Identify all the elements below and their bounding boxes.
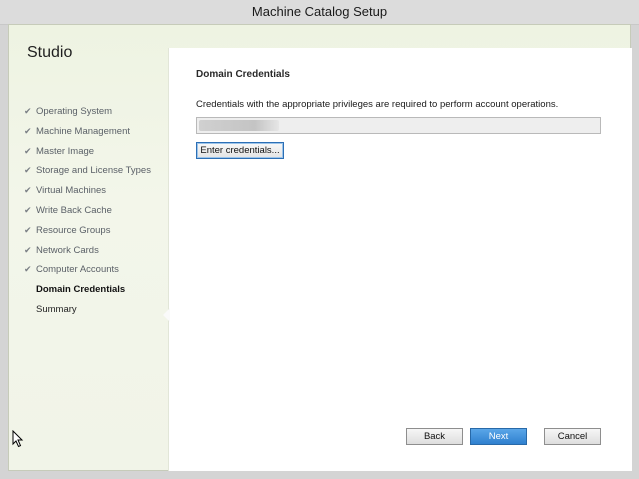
checkmark-icon: ✔ <box>24 224 32 235</box>
current-step-pointer <box>163 308 170 322</box>
window-title: Machine Catalog Setup <box>0 0 639 25</box>
checkmark-icon: ✔ <box>24 125 32 136</box>
credentials-field <box>196 117 601 134</box>
step-label: Machine Management <box>36 125 130 137</box>
cancel-button[interactable]: Cancel <box>544 428 601 445</box>
checkmark-icon: ✔ <box>24 264 32 275</box>
checkmark-icon: ✔ <box>24 145 32 156</box>
page-title: Domain Credentials <box>196 69 290 80</box>
step-operating-system: ✔ Operating System <box>24 102 151 122</box>
step-summary: Summary <box>24 300 151 320</box>
step-label: Write Back Cache <box>36 204 112 216</box>
step-label: Summary <box>36 303 77 315</box>
step-label: Operating System <box>36 106 113 117</box>
credentials-description: Credentials with the appropriate privile… <box>196 99 559 110</box>
step-label: Network Cards <box>36 244 99 256</box>
step-computer-accounts: ✔ Computer Accounts <box>24 260 151 280</box>
step-label: Storage and License Types <box>36 165 151 177</box>
step-storage-and-license-types: ✔ Storage and License Types <box>24 161 151 181</box>
wizard-content-panel <box>168 48 632 471</box>
next-button[interactable]: Next <box>470 428 527 445</box>
checkmark-icon: ✔ <box>24 204 32 215</box>
checkmark-icon: ✔ <box>24 185 32 196</box>
step-virtual-machines: ✔ Virtual Machines <box>24 181 151 201</box>
step-label: Virtual Machines <box>36 185 107 197</box>
mouse-cursor-icon <box>12 429 24 453</box>
step-network-cards: ✔ Network Cards <box>24 241 151 261</box>
step-label: Domain Credentials <box>36 284 126 296</box>
step-write-back-cache: ✔ Write Back Cache <box>24 201 151 221</box>
step-domain-credentials: Domain Credentials <box>24 280 151 300</box>
step-label: Resource Groups <box>36 224 111 236</box>
wizard-steps: ✔ Operating System ✔ Machine Management ✔ M… <box>24 102 151 320</box>
step-label: Master Image <box>36 145 95 157</box>
step-resource-groups: ✔ Resource Groups <box>24 221 151 241</box>
redacted-credentials <box>199 120 279 131</box>
studio-title: Studio <box>27 44 73 61</box>
enter-credentials-button[interactable]: Enter credentials... <box>196 142 284 159</box>
back-button[interactable]: Back <box>406 428 463 445</box>
checkmark-icon: ✔ <box>24 106 32 116</box>
checkmark-icon: ✔ <box>24 165 32 176</box>
checkmark-icon: ✔ <box>24 244 32 255</box>
step-machine-management: ✔ Machine Management <box>24 122 151 142</box>
step-label: Computer Accounts <box>36 264 119 276</box>
step-master-image: ✔ Master Image <box>24 142 151 162</box>
